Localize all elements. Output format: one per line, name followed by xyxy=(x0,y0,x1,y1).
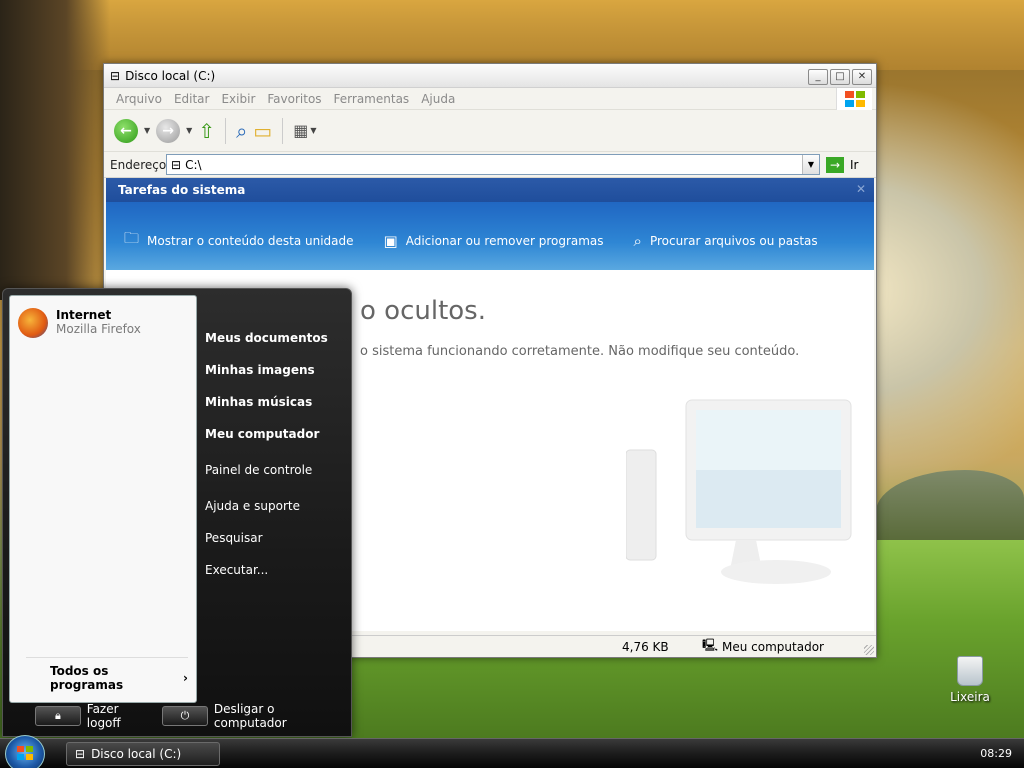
back-arrow-icon: ← xyxy=(114,118,138,143)
start-item-control-panel[interactable]: Painel de controle xyxy=(205,463,312,477)
taskbar: ⊟ Disco local (C:) 08:29 xyxy=(0,735,1024,768)
go-button[interactable]: → Ir xyxy=(826,156,859,173)
search-icon[interactable]: ⌕ xyxy=(236,119,247,143)
address-value: C:\ xyxy=(185,157,202,172)
resize-grip[interactable] xyxy=(864,645,874,655)
chevron-right-icon: › xyxy=(183,671,188,685)
status-location: 🖳 Meu computador xyxy=(702,636,824,657)
windows-logo-icon xyxy=(836,88,872,110)
taskbar-button-label: Disco local (C:) xyxy=(91,747,182,761)
pinned-subtitle: Mozilla Firefox xyxy=(56,322,141,336)
forward-button[interactable]: → ▼ xyxy=(156,118,193,143)
taskbar-button-explorer[interactable]: ⊟ Disco local (C:) xyxy=(66,742,220,766)
menu-ferramentas[interactable]: Ferramentas xyxy=(328,92,416,106)
hidden-files-heading: o ocultos. xyxy=(360,296,486,326)
menu-bar: Arquivo Editar Exibir Favoritos Ferramen… xyxy=(104,88,876,110)
all-programs-button[interactable]: Todos os programas › xyxy=(26,657,188,692)
windows-logo-icon xyxy=(17,746,33,760)
forward-arrow-icon: → xyxy=(156,118,181,143)
menu-ajuda[interactable]: Ajuda xyxy=(415,92,461,106)
address-label: Endereço xyxy=(110,157,167,172)
drive-icon: ⊟ xyxy=(75,747,86,761)
task-label: Procurar arquivos ou pastas xyxy=(649,233,818,248)
folder-icon: 🗀 xyxy=(124,229,140,247)
toolbar-separator xyxy=(225,117,227,144)
search-icon: ⌕ xyxy=(633,231,642,250)
logoff-label: Fazer logoff xyxy=(86,702,121,730)
address-bar: Endereço ⊟ C:\ ▼ → Ir xyxy=(104,152,876,178)
menu-exibir[interactable]: Exibir xyxy=(215,92,261,106)
go-arrow-icon: → xyxy=(826,156,844,173)
start-item-my-pictures[interactable]: Minhas imagens xyxy=(205,363,315,377)
programs-icon: ▣ xyxy=(383,231,398,250)
clock[interactable]: 08:29 xyxy=(980,747,1012,760)
start-bottom-buttons: 🔒︎ Fazer logoff ⏻ Desligar o computador xyxy=(35,702,351,730)
task-label: Mostrar o conteúdo desta unidade xyxy=(147,233,354,248)
start-item-search[interactable]: Pesquisar xyxy=(205,531,263,545)
start-item-my-documents[interactable]: Meus documentos xyxy=(205,331,328,345)
wallpaper-tree xyxy=(0,0,110,300)
logoff-button[interactable]: 🔒︎ xyxy=(35,706,81,726)
go-label: Ir xyxy=(850,157,859,172)
computer-icon xyxy=(626,399,852,584)
task-label: Adicionar ou remover programas xyxy=(405,233,604,248)
drive-icon: ⊟ xyxy=(171,157,182,172)
views-button[interactable]: ▦ ▼ xyxy=(293,121,316,140)
chevron-down-icon: ▼ xyxy=(310,126,317,135)
start-left-pane: Internet Mozilla Firefox Todos os progra… xyxy=(9,295,197,703)
chevron-down-icon: ▼ xyxy=(144,126,151,135)
shutdown-button[interactable]: ⏻ xyxy=(162,706,208,726)
tasks-title: Tarefas do sistema xyxy=(106,178,874,202)
status-size: 4,76 KB xyxy=(622,639,669,654)
start-menu: Internet Mozilla Firefox Todos os progra… xyxy=(2,288,352,737)
drive-icon: ⊟ xyxy=(110,68,121,83)
maximize-button[interactable]: □ xyxy=(830,69,850,85)
start-item-run[interactable]: Executar... xyxy=(205,563,268,577)
system-tasks-panel: Tarefas do sistema ✕ 🗀 Mostrar o conteúd… xyxy=(106,178,874,270)
toolbar: ← ▼ → ▼ ⇧ ⌕ ▭ ▦ ▼ xyxy=(104,110,876,152)
pinned-internet[interactable]: Internet Mozilla Firefox xyxy=(18,308,141,338)
task-search-files[interactable]: ⌕ Procurar arquivos ou pastas xyxy=(634,232,818,250)
views-icon: ▦ xyxy=(293,121,309,140)
toolbar-separator xyxy=(282,117,284,144)
caption-buttons: _ □ ✕ xyxy=(808,69,872,85)
firefox-icon xyxy=(18,308,48,338)
menu-arquivo[interactable]: Arquivo xyxy=(110,92,168,106)
start-item-my-computer[interactable]: Meu computador xyxy=(205,427,319,441)
up-folder-icon[interactable]: ⇧ xyxy=(198,119,215,143)
wallpaper-foliage xyxy=(0,0,1024,70)
recycle-bin-icon xyxy=(957,656,983,686)
task-add-remove-programs[interactable]: ▣ Adicionar ou remover programas xyxy=(384,232,604,250)
address-input[interactable]: ⊟ C:\ ▼ xyxy=(166,154,820,175)
recycle-bin[interactable]: Lixeira xyxy=(948,656,992,704)
lock-icon: 🔒︎ xyxy=(54,709,61,722)
title-bar[interactable]: ⊟ Disco local (C:) _ □ ✕ xyxy=(104,64,876,88)
start-item-help[interactable]: Ajuda e suporte xyxy=(205,499,300,513)
folders-icon[interactable]: ▭ xyxy=(253,119,272,143)
recycle-bin-label: Lixeira xyxy=(950,690,990,704)
shutdown-label: Desligar o computador xyxy=(213,702,287,730)
menu-editar[interactable]: Editar xyxy=(168,92,216,106)
computer-icon: 🖳 xyxy=(702,638,719,652)
window-title: Disco local (C:) xyxy=(125,68,216,83)
close-button[interactable]: ✕ xyxy=(852,69,872,85)
power-icon: ⏻ xyxy=(180,709,190,722)
minimize-button[interactable]: _ xyxy=(808,69,828,85)
start-button[interactable] xyxy=(5,735,45,768)
back-button[interactable]: ← ▼ xyxy=(114,118,151,143)
address-dropdown-button[interactable]: ▼ xyxy=(802,155,819,174)
status-location-label: Meu computador xyxy=(722,639,824,654)
all-programs-label: Todos os programas xyxy=(50,664,124,692)
task-show-contents[interactable]: 🗀 Mostrar o conteúdo desta unidade xyxy=(124,228,354,253)
pinned-title: Internet xyxy=(56,308,112,322)
close-icon[interactable]: ✕ xyxy=(856,182,866,196)
start-item-my-music[interactable]: Minhas músicas xyxy=(205,395,312,409)
menu-favoritos[interactable]: Favoritos xyxy=(261,92,327,106)
chevron-down-icon: ▼ xyxy=(186,126,193,135)
hidden-files-message: o sistema funcionando corretamente. Não … xyxy=(360,344,800,359)
